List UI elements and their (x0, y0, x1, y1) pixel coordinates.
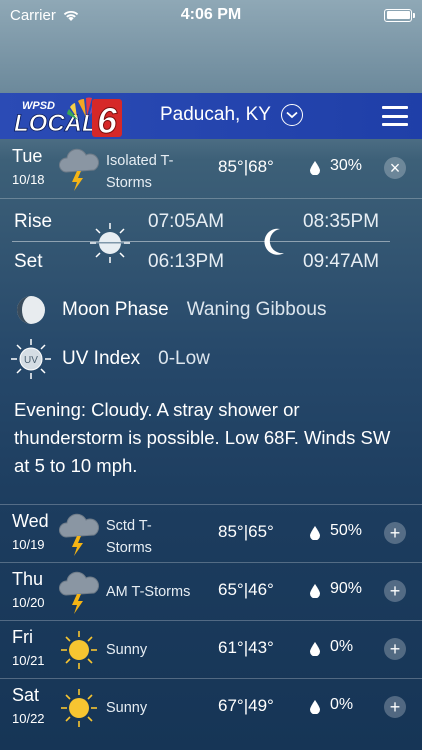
condition-text: Isolated T- Storms (106, 153, 174, 191)
moon-phase-value: Waning Gibbous (186, 299, 327, 320)
raindrop-icon (310, 642, 320, 656)
day-name: Sat (12, 685, 40, 705)
battery-icon (384, 8, 415, 22)
details-panel: Rise Set 07:05AM 06:13PM 08:35PM 09:47AM… (0, 198, 422, 503)
raindrop-icon (310, 161, 320, 175)
sunset-time: 06:13PM (148, 251, 225, 272)
status-left: Carrier (10, 7, 80, 24)
crescent-moon-icon (264, 228, 284, 255)
raindrop-icon (310, 526, 320, 540)
divider (12, 241, 390, 242)
thunderstorm-icon (59, 148, 99, 191)
day-name: Fri (12, 627, 33, 647)
collapse-button[interactable]: × (384, 157, 406, 179)
forecast-narrative: Evening: Cloudy. A stray shower or thund… (14, 399, 391, 476)
moon-phase-icon (17, 296, 45, 324)
sun-horizon-icon (90, 223, 130, 263)
precip-chance: 0% (330, 696, 354, 713)
forecast-day-row-sat[interactable]: Sat 10/22 Sunny 67°|49° 0% + (0, 678, 422, 736)
expand-button[interactable]: + (384, 638, 406, 660)
logo-main-text: LOCAL (14, 110, 97, 137)
wifi-icon (63, 10, 79, 21)
thunderstorm-icon (59, 571, 99, 614)
condition-text: AM T-Storms (106, 584, 191, 600)
condition-text: Sunny (106, 700, 148, 716)
day-date: 10/20 (12, 595, 45, 610)
forecast-day-row-thu[interactable]: Thu 10/20 AM T-Storms 65°|46° 90% + (0, 562, 422, 620)
sun-icon (61, 689, 97, 727)
temps: 67°|49° (218, 696, 274, 715)
forecast-day-row-fri[interactable]: Fri 10/21 Sunny 61°|43° 0% + (0, 620, 422, 678)
sunrise-time: 07:05AM (148, 211, 225, 232)
expand-button[interactable]: + (384, 522, 406, 544)
temps: 61°|43° (218, 638, 274, 657)
rise-label: Rise (14, 211, 53, 232)
precip-chance: 0% (330, 638, 354, 655)
day-date: 10/19 (12, 537, 45, 552)
station-logo[interactable]: WPSD LOCAL 6 (12, 93, 124, 139)
uv-index-value: 0-Low (158, 348, 210, 369)
moon-phase-label: Moon Phase (62, 299, 169, 320)
location-label: Paducah, KY (160, 104, 271, 125)
temps: 85°|68° (218, 157, 274, 176)
temps: 65°|46° (218, 580, 274, 599)
precip-chance: 30% (330, 157, 363, 174)
chevron-down-icon[interactable] (280, 104, 303, 126)
condition-text: Sunny (106, 642, 148, 658)
day-name: Tue (12, 146, 43, 166)
uv-index-label: UV Index (62, 348, 141, 369)
moonset-time: 09:47AM (303, 251, 380, 272)
uv-index-icon: UV (11, 339, 51, 379)
expand-button[interactable]: + (384, 580, 406, 602)
sun-icon (61, 631, 97, 669)
status-bar: Carrier 4:06 PM (0, 0, 422, 30)
raindrop-icon (310, 700, 320, 714)
temps: 85°|65° (218, 522, 274, 541)
moon-phase-row: Moon Phase Waning Gibbous (14, 293, 326, 327)
expand-button[interactable]: + (384, 696, 406, 718)
uv-index-row: UV UV Index 0-Low (11, 337, 210, 381)
precip-chance: 90% (330, 580, 363, 597)
raindrop-icon (310, 584, 320, 598)
condition-text: Sctd T- Storms (106, 518, 152, 556)
location-selector[interactable]: Paducah, KY (160, 104, 303, 126)
today-row[interactable]: Tue 10/18 Isolated T- Storms 85°|68° 30% … (0, 140, 422, 198)
day-date: 10/21 (12, 653, 45, 668)
day-date: 10/18 (12, 172, 45, 187)
app-header: WPSD LOCAL 6 Paducah, KY (0, 93, 422, 139)
set-label: Set (14, 251, 43, 272)
day-name: Wed (12, 511, 49, 531)
precip-chance: 50% (330, 522, 363, 539)
day-date: 10/22 (12, 711, 45, 726)
forecast-day-row-wed[interactable]: Wed 10/19 Sctd T- Storms 85°|65° 50% + (0, 504, 422, 562)
day-name: Thu (12, 569, 44, 589)
hamburger-menu-icon[interactable] (382, 106, 408, 126)
thunderstorm-icon (59, 513, 99, 556)
moonrise-time: 08:35PM (303, 211, 380, 232)
logo-number-text: 6 (97, 100, 118, 139)
uv-badge-text: UV (24, 355, 38, 366)
carrier-label: Carrier (10, 6, 56, 24)
